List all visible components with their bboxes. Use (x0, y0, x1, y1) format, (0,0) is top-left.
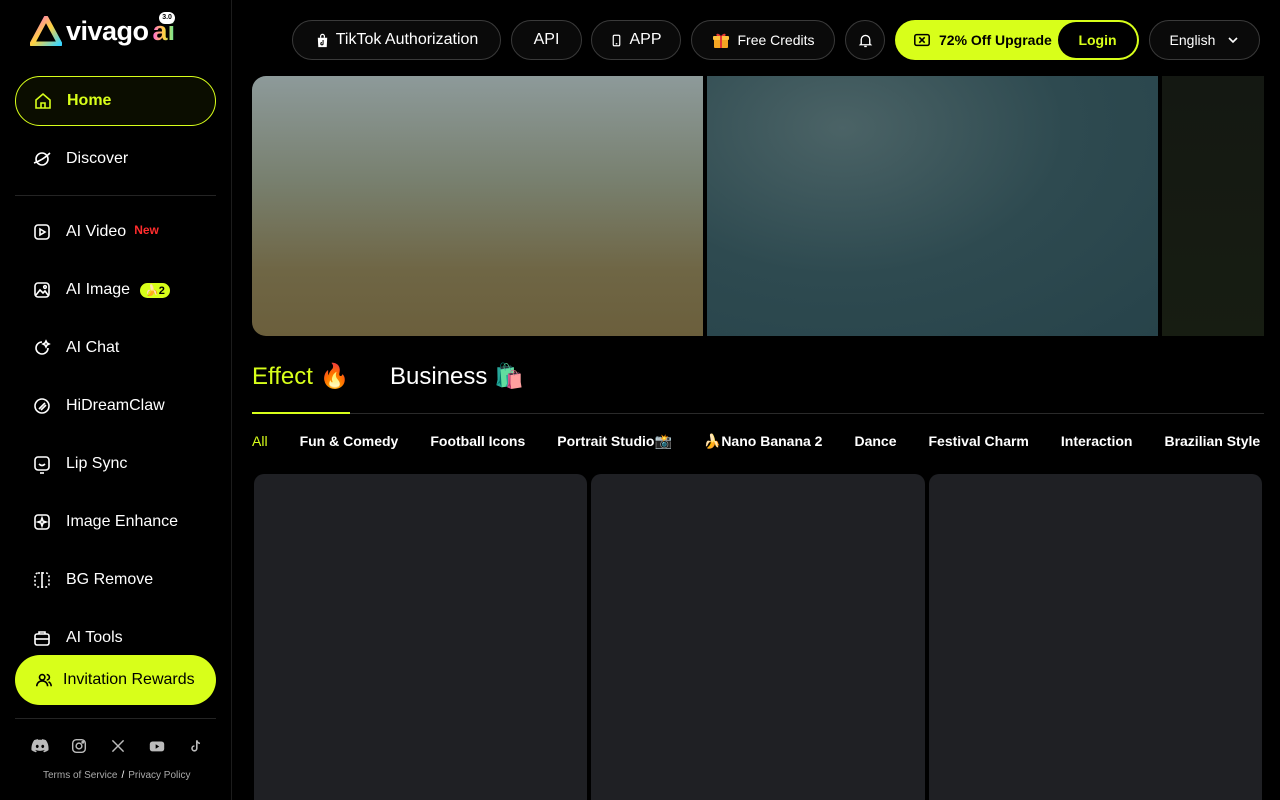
claw-icon (32, 396, 52, 416)
sidebar-item-label: AI Video (66, 223, 127, 240)
sidebar-divider (15, 718, 216, 719)
chip-football-icons[interactable]: Football Icons (430, 433, 525, 450)
brand-name: vivago (66, 15, 149, 46)
chip-nano-banana[interactable]: 🍌Nano Banana 2 (704, 433, 823, 450)
image-icon (32, 280, 52, 300)
app-root: vivago ai 3.0 Home Discover AI Video New (0, 0, 1280, 800)
brand-logo[interactable]: vivago ai 3.0 (29, 12, 176, 48)
chip-festival-charm[interactable]: Festival Charm (929, 433, 1029, 450)
toolbox-icon (32, 628, 52, 648)
brand-version: 3.0 (159, 12, 176, 24)
discover-icon (32, 149, 52, 169)
privacy-link[interactable]: Privacy Policy (128, 770, 190, 781)
banner-slide[interactable] (252, 76, 703, 336)
invitation-rewards-label: Invitation Rewards (63, 671, 195, 688)
app-label: APP (629, 31, 662, 48)
upgrade-label: 72% Off Upgrade (939, 32, 1052, 48)
users-icon (35, 671, 53, 689)
free-credits-button[interactable]: Free Credits (691, 20, 835, 60)
banana-badge-count: 2 (158, 284, 165, 297)
home-icon (33, 91, 53, 111)
video-icon (32, 222, 52, 242)
chip-portrait-studio[interactable]: Portrait Studio📸 (557, 433, 672, 450)
sidebar-item-discover[interactable]: Discover (15, 134, 216, 184)
sidebar-item-hidreamclaw[interactable]: HiDreamClaw (15, 381, 216, 431)
sidebar-item-lip-sync[interactable]: Lip Sync (15, 439, 216, 489)
tab-effect[interactable]: Effect 🔥 (252, 362, 350, 414)
tab-business[interactable]: Business 🛍️ (390, 362, 524, 414)
language-label: English (1169, 32, 1216, 48)
effect-card[interactable] (591, 474, 925, 800)
upgrade-button[interactable]: 72% Off Upgrade (895, 31, 1058, 49)
bell-icon (857, 32, 874, 49)
tiktok-authorization-label: TikTok Authorization (335, 31, 479, 48)
sidebar-item-label: HiDreamClaw (66, 397, 165, 414)
effect-card[interactable] (254, 474, 587, 800)
x-icon[interactable] (108, 736, 128, 756)
sidebar-item-label: AI Tools (66, 629, 123, 646)
sidebar-item-image-enhance[interactable]: Image Enhance (15, 497, 216, 547)
free-credits-label: Free Credits (737, 32, 815, 48)
logo-mark-icon (29, 15, 63, 47)
chip-fun-comedy[interactable]: Fun & Comedy (300, 433, 399, 450)
invitation-rewards-button[interactable]: Invitation Rewards (15, 655, 216, 705)
sidebar-item-label: AI Chat (66, 339, 120, 356)
api-label: API (533, 31, 560, 48)
enhance-icon (32, 512, 52, 532)
sidebar-item-ai-video[interactable]: AI Video New (15, 207, 216, 257)
phone-icon (610, 34, 623, 47)
instagram-icon[interactable] (69, 736, 89, 756)
notifications-button[interactable] (845, 20, 885, 60)
language-select[interactable]: English (1149, 20, 1260, 60)
lip-sync-icon (32, 454, 52, 474)
chat-icon (32, 338, 52, 358)
login-button[interactable]: Login (1058, 22, 1137, 58)
chip-dance[interactable]: Dance (854, 433, 896, 450)
chip-all[interactable]: All (252, 433, 268, 450)
discord-icon[interactable] (30, 736, 50, 756)
terms-link[interactable]: Terms of Service (43, 770, 117, 781)
social-links (30, 736, 206, 756)
chip-brazilian-style[interactable]: Brazilian Style (1164, 433, 1260, 450)
sidebar-item-label: Image Enhance (66, 513, 179, 530)
sidebar-item-label: Discover (66, 150, 129, 167)
tiktok-authorization-button[interactable]: TikTok Authorization (292, 20, 501, 60)
upgrade-login-group: 72% Off Upgrade Login (895, 20, 1139, 60)
legal-links: Terms of Service / Privacy Policy (43, 770, 191, 781)
ticket-icon (913, 31, 939, 49)
sidebar-item-label: BG Remove (66, 571, 154, 588)
app-button[interactable]: APP (591, 20, 681, 60)
chevron-down-icon (1227, 34, 1239, 46)
tiktok-bag-icon (315, 33, 330, 48)
sidebar-item-ai-image[interactable]: AI Image 🍌2 (15, 265, 216, 315)
sidebar-item-ai-chat[interactable]: AI Chat (15, 323, 216, 373)
filter-chips: All Fun & Comedy Football Icons Portrait… (252, 433, 1260, 450)
bg-remove-icon (32, 570, 52, 590)
sidebar-divider (15, 195, 216, 196)
sidebar: vivago ai 3.0 Home Discover AI Video New (0, 0, 232, 800)
effect-card[interactable] (929, 474, 1262, 800)
banner-slide[interactable] (707, 76, 1158, 336)
sidebar-item-home[interactable]: Home (15, 76, 216, 126)
sidebar-item-label: AI Image (66, 281, 131, 298)
tiktok-icon[interactable] (186, 736, 206, 756)
banner-slide[interactable] (1162, 76, 1264, 336)
sidebar-item-label: Lip Sync (66, 455, 128, 472)
banana-badge: 🍌2 (140, 282, 170, 298)
category-tabs: Effect 🔥 Business 🛍️ (252, 362, 1264, 414)
youtube-icon[interactable] (147, 736, 167, 756)
new-badge: New (134, 223, 159, 237)
legal-separator: / (121, 770, 125, 781)
chip-interaction[interactable]: Interaction (1061, 433, 1133, 450)
api-button[interactable]: API (511, 20, 582, 60)
gift-icon (711, 30, 731, 50)
sidebar-item-bg-remove[interactable]: BG Remove (15, 555, 216, 605)
sidebar-item-label: Home (67, 92, 112, 109)
